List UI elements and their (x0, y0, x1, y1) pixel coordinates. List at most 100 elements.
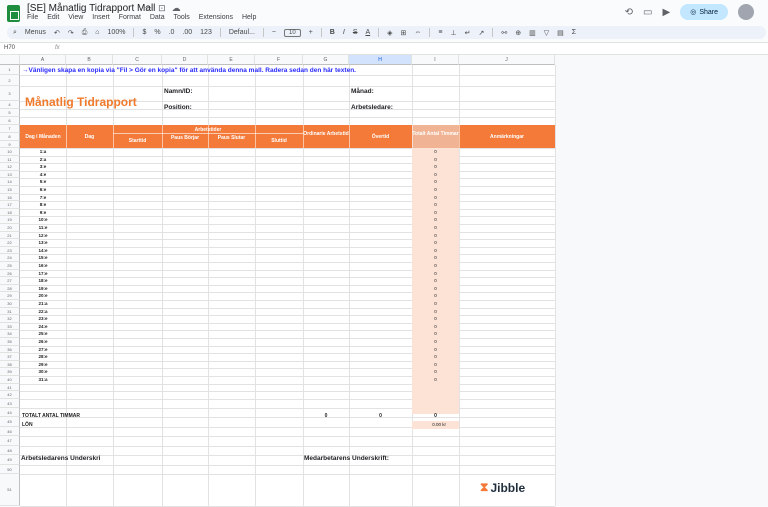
row-header-26[interactable]: 26 (0, 269, 20, 278)
redo-icon[interactable]: ↷ (68, 29, 74, 37)
column-header-j[interactable]: J (459, 55, 555, 65)
row-header-11[interactable]: 11 (0, 155, 20, 164)
menu-file[interactable]: File (27, 14, 38, 21)
day-cell[interactable]: 31:a (20, 377, 66, 382)
row-header-12[interactable]: 12 (0, 163, 20, 171)
total-hours-cell[interactable]: 0 (412, 187, 459, 192)
filter-icon[interactable]: ▽ (544, 29, 549, 37)
comments-icon[interactable]: ▭ (643, 7, 652, 18)
day-cell[interactable]: 4:e (20, 172, 66, 177)
row-header-15[interactable]: 15 (0, 186, 20, 194)
day-cell[interactable]: 22:a (20, 309, 66, 314)
row-header-25[interactable]: 25 (0, 262, 20, 270)
row-header-43[interactable]: 43 (0, 398, 20, 408)
row-header-44[interactable]: 44 (0, 407, 20, 418)
sheets-logo-icon[interactable] (7, 5, 20, 22)
move-icon[interactable]: ⊡ (158, 3, 172, 13)
font-size-input[interactable]: 10 (284, 28, 301, 37)
day-cell[interactable]: 10:e (20, 217, 66, 222)
row-header-22[interactable]: 22 (0, 239, 20, 247)
total-hours-cell[interactable]: 0 (412, 293, 459, 298)
row-header-31[interactable]: 31 (0, 307, 20, 316)
total-hours-cell[interactable]: 0 (412, 324, 459, 329)
total-hours-cell[interactable]: 0 (412, 157, 459, 162)
total-hours-cell[interactable]: 0 (412, 331, 459, 336)
share-button[interactable]: ◎ Share (680, 4, 728, 20)
row-header-48[interactable]: 48 (0, 445, 20, 456)
menu-tools[interactable]: Tools (173, 14, 189, 21)
total-hours-cell[interactable]: 0 (412, 248, 459, 253)
row-header-27[interactable]: 27 (0, 277, 20, 285)
rotate-icon[interactable]: ↗ (479, 29, 485, 37)
italic-icon[interactable]: I (343, 29, 345, 36)
day-cell[interactable]: 26:e (20, 339, 66, 344)
chart-icon[interactable]: ▥ (529, 29, 536, 37)
row-header-33[interactable]: 33 (0, 322, 20, 331)
total-hours-cell[interactable]: 0 (412, 339, 459, 344)
total-hours-cell[interactable]: 0 (412, 149, 459, 154)
total-hours-cell[interactable]: 0 (412, 377, 459, 382)
column-header-i[interactable]: I (412, 55, 459, 65)
row-header-10[interactable]: 10 (0, 148, 20, 156)
column-header-e[interactable]: E (208, 55, 255, 65)
day-cell[interactable]: 30:e (20, 369, 66, 374)
link-icon[interactable]: ⚯ (501, 29, 507, 37)
column-header-g[interactable]: G (303, 55, 349, 65)
row-header-49[interactable]: 49 (0, 455, 20, 465)
column-header-f[interactable]: F (255, 55, 303, 65)
row-header-23[interactable]: 23 (0, 246, 20, 255)
row-header-7[interactable]: 7 (0, 125, 20, 133)
row-header-37[interactable]: 37 (0, 353, 20, 361)
day-cell[interactable]: 5:e (20, 179, 66, 184)
row-header-28[interactable]: 28 (0, 284, 20, 293)
currency-button[interactable]: $ (142, 29, 146, 36)
menu-extensions[interactable]: Extensions (199, 14, 233, 21)
total-hours-cell[interactable]: 0 (412, 316, 459, 321)
column-header-d[interactable]: D (162, 55, 208, 65)
undo-icon[interactable]: ↶ (54, 29, 60, 37)
paint-format-icon[interactable]: ⌂ (95, 29, 99, 36)
day-cell[interactable]: 17:e (20, 271, 66, 276)
row-header-4[interactable]: 4 (0, 101, 20, 109)
column-header-c[interactable]: C (113, 55, 162, 65)
row-header-41[interactable]: 41 (0, 383, 20, 392)
zoom-select[interactable]: 100% (108, 29, 126, 36)
day-cell[interactable]: 2:a (20, 157, 66, 162)
total-hours-cell[interactable]: 0 (412, 172, 459, 177)
menu-format[interactable]: Format (119, 14, 141, 21)
row-header-24[interactable]: 24 (0, 254, 20, 262)
increase-decimal-button[interactable]: .00 (182, 29, 192, 36)
day-cell[interactable]: 14:e (20, 248, 66, 253)
align-icon[interactable]: ≡ (438, 29, 442, 36)
total-hours-cell[interactable]: 0 (412, 286, 459, 291)
menus-search[interactable]: Menus (25, 29, 46, 36)
row-header-2[interactable]: 2 (0, 75, 20, 86)
history-icon[interactable]: ⟲ (625, 7, 633, 18)
total-hours-cell[interactable]: 0 (412, 210, 459, 215)
row-header-3[interactable]: 3 (0, 86, 20, 101)
row-header-38[interactable]: 38 (0, 360, 20, 369)
number-format-button[interactable]: 123 (200, 29, 212, 36)
day-cell[interactable]: 29:e (20, 362, 66, 367)
row-header-8[interactable]: 8 (0, 133, 20, 141)
bold-icon[interactable]: B (330, 29, 335, 36)
total-hours-cell[interactable]: 0 (412, 354, 459, 359)
day-cell[interactable]: 28:e (20, 354, 66, 359)
row-header-34[interactable]: 34 (0, 330, 20, 338)
row-header-5[interactable]: 5 (0, 109, 20, 117)
column-header-h[interactable]: H (349, 55, 412, 65)
document-title[interactable]: [SE] Månatlig Tidrapport Mall (27, 3, 155, 14)
total-hours-cell[interactable]: 0 (412, 179, 459, 184)
menu-help[interactable]: Help (242, 14, 256, 21)
menu-insert[interactable]: Insert (92, 14, 110, 21)
total-hours-cell[interactable]: 0 (412, 217, 459, 222)
row-header-17[interactable]: 17 (0, 201, 20, 209)
row-header-51[interactable]: 51 (0, 474, 20, 506)
row-header-50[interactable]: 50 (0, 464, 20, 475)
total-hours-cell[interactable]: 0 (412, 301, 459, 306)
row-header-20[interactable]: 20 (0, 224, 20, 232)
total-hours-cell[interactable]: 0 (412, 271, 459, 276)
row-header-40[interactable]: 40 (0, 376, 20, 384)
strikethrough-icon[interactable]: S (353, 29, 358, 36)
row-header-16[interactable]: 16 (0, 193, 20, 202)
